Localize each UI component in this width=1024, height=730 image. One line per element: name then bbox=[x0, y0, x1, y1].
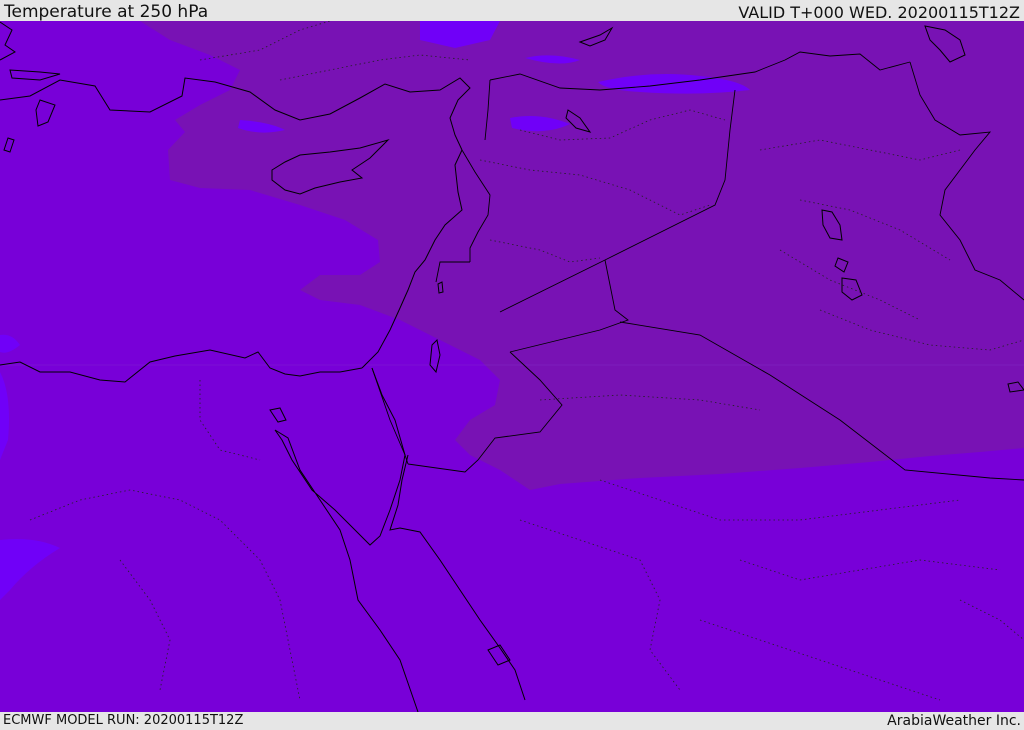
footer-bar: ECMWF MODEL RUN: 20200115T12Z ArabiaWeat… bbox=[0, 712, 1024, 729]
map-title: Temperature at 250 hPa bbox=[4, 2, 209, 22]
map-canvas bbox=[0, 20, 1024, 713]
brand-credit: ArabiaWeather Inc. bbox=[887, 713, 1021, 729]
valid-time: VALID T+000 WED. 20200115T12Z bbox=[738, 3, 1020, 22]
temperature-map[interactable] bbox=[0, 20, 1024, 713]
header-bar: Temperature at 250 hPa VALID T+000 WED. … bbox=[0, 0, 1024, 22]
model-run-label: ECMWF MODEL RUN: 20200115T12Z bbox=[3, 713, 244, 728]
